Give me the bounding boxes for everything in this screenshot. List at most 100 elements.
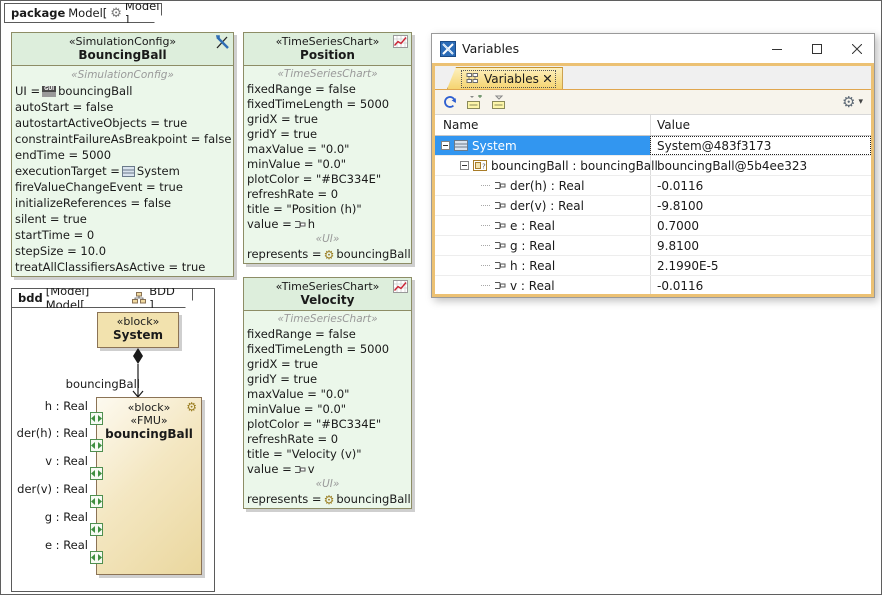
bouncingball-block[interactable]: ⚙ «block» «FMU» bouncingBall [96, 397, 202, 575]
close-button[interactable] [840, 34, 874, 63]
property-line: title = "Velocity (v)" [244, 447, 411, 462]
refresh-icon[interactable] [443, 95, 457, 109]
expander-icon[interactable] [441, 141, 450, 150]
composition-edge[interactable] [130, 348, 150, 400]
row-name: v : Real [510, 279, 555, 293]
expander-icon[interactable] [460, 161, 469, 170]
port-label: e : Real [12, 538, 88, 552]
composition-diamond-icon [133, 348, 143, 364]
property-line: autostartActiveObjects = true [12, 115, 233, 131]
expand-value-icon[interactable] [466, 95, 482, 110]
variables-tab[interactable]: Variables [447, 67, 563, 89]
row-value: -9.8100 [650, 196, 871, 215]
tab-close-icon[interactable] [544, 75, 551, 82]
property-line: fixedTimeLength = 5000 [244, 342, 411, 357]
port-icon[interactable] [90, 551, 103, 564]
property-line: initializeReferences = false [12, 195, 233, 211]
table-row[interactable]: h : Real 2.1990E-5 [435, 256, 871, 276]
table-header-row: Name Value [435, 115, 871, 136]
value-property-icon [494, 181, 506, 190]
property-line: gridY = true [244, 372, 411, 387]
row-name: h : Real [510, 259, 555, 273]
row-value: -0.0116 [650, 276, 871, 294]
system-name: System [98, 328, 178, 342]
property-line: fixedTimeLength = 5000 [244, 97, 411, 112]
value-property-icon [494, 201, 506, 210]
property-line: refreshRate = 0 [244, 432, 411, 447]
property-line: constraintFailureAsBreakpoint = false [12, 131, 233, 147]
svg-text:?: ? [482, 163, 486, 171]
tools-icon [215, 35, 230, 50]
row-value: 2.1990E-5 [650, 256, 871, 275]
property-line: fireValueChangeEvent = true [12, 179, 233, 195]
system-stereotype: «block» [98, 315, 178, 328]
property-line-value: value = h [244, 217, 411, 232]
table-row[interactable]: v : Real -0.0116 [435, 276, 871, 294]
property-line: title = "Position (h)" [244, 202, 411, 217]
row-name: bouncingBall : bouncingBall [491, 159, 658, 173]
bdd-frame-tab[interactable]: bdd [Model] Model[ BDD ] [11, 288, 193, 308]
table-row[interactable]: ? bouncingBall : bouncingBall bouncingBa… [435, 156, 871, 176]
window-title-bar[interactable]: Variables [432, 34, 874, 63]
port-icon[interactable] [90, 523, 103, 536]
column-header-name[interactable]: Name [435, 115, 650, 135]
table-row[interactable]: e : Real 0.7000 [435, 216, 871, 236]
value-property-icon [494, 241, 506, 250]
minimize-button[interactable] [760, 34, 794, 63]
property-line: fixedRange = false [244, 327, 411, 342]
property-line: treatAllClassifiersAsActive = true [12, 259, 233, 275]
property-line: autoStart = false [12, 99, 233, 115]
property-line: minValue = "0.0" [244, 157, 411, 172]
port-icon[interactable] [90, 439, 103, 452]
chart-icon [393, 35, 408, 48]
position-chart-box[interactable]: «TimeSeriesChart» Position «TimeSeriesCh… [243, 32, 412, 264]
table-row[interactable]: System System@483f3173 [435, 136, 871, 156]
package-frame-tab[interactable]: package Model[ ⚙ Model ] [4, 3, 162, 23]
variables-tab-label: Variables [484, 72, 539, 86]
table-row[interactable]: der(v) : Real -9.8100 [435, 196, 871, 216]
value-property-icon [494, 261, 506, 270]
fmu-stereotype-fmu: «FMU» [97, 414, 201, 427]
port-label: g : Real [12, 510, 88, 524]
property-line: maxValue = "0.0" [244, 142, 411, 157]
sim-config-stereotype: «SimulationConfig» [12, 35, 233, 48]
fmu-name: bouncingBall [97, 427, 201, 441]
property-line-ui: UI = GUI bouncingBall [12, 83, 233, 99]
gui-icon: GUI [42, 86, 56, 97]
position-name: Position [244, 48, 411, 62]
simulation-config-box[interactable]: «SimulationConfig» BouncingBall «Simulat… [11, 32, 234, 277]
dropdown-caret-icon[interactable]: ▾ [858, 97, 863, 107]
sim-section-stereotype: «SimulationConfig» [12, 67, 233, 83]
table-row[interactable]: g : Real 9.8100 [435, 236, 871, 256]
bdd-frame[interactable]: bdd [Model] Model[ BDD ] «block» System [11, 288, 215, 592]
system-block[interactable]: «block» System [97, 312, 179, 348]
value-port-icon [294, 220, 306, 229]
velocity-chart-box[interactable]: «TimeSeriesChart» Velocity «TimeSeriesCh… [243, 277, 412, 509]
variables-toolbar: ⚙ ▾ [435, 90, 871, 115]
port-icon[interactable] [90, 412, 103, 425]
settings-gear-icon[interactable]: ⚙ [842, 95, 855, 110]
value-property-icon [494, 281, 506, 290]
port-icon[interactable] [90, 467, 103, 480]
property-line-execution-target: executionTarget = System [12, 163, 233, 179]
diagram-canvas[interactable]: package Model[ ⚙ Model ] «SimulationConf… [0, 0, 882, 595]
maximize-button[interactable] [800, 34, 834, 63]
row-name: der(v) : Real [510, 199, 584, 213]
column-header-value[interactable]: Value [650, 115, 871, 135]
table-row[interactable]: der(h) : Real -0.0116 [435, 176, 871, 196]
ui-section-stereotype: «UI» [244, 477, 411, 492]
variables-window[interactable]: Variables [431, 33, 875, 298]
property-line: refreshRate = 0 [244, 187, 411, 202]
row-value: 9.8100 [650, 236, 871, 255]
gear-icon: ⚙ [186, 401, 197, 413]
property-line: fixedRange = false [244, 82, 411, 97]
bdd-context: [Model] Model[ [46, 284, 130, 312]
frame-keyword: package [11, 6, 65, 20]
edge-role-label: bouncingBall [30, 377, 140, 391]
ui-section-stereotype: «UI» [244, 232, 411, 247]
bdd-keyword: bdd [18, 291, 43, 305]
collapse-value-icon[interactable] [491, 95, 507, 110]
variables-table[interactable]: Name Value System [435, 115, 871, 294]
velocity-stereotype: «TimeSeriesChart» [244, 280, 411, 293]
port-icon[interactable] [90, 495, 103, 508]
